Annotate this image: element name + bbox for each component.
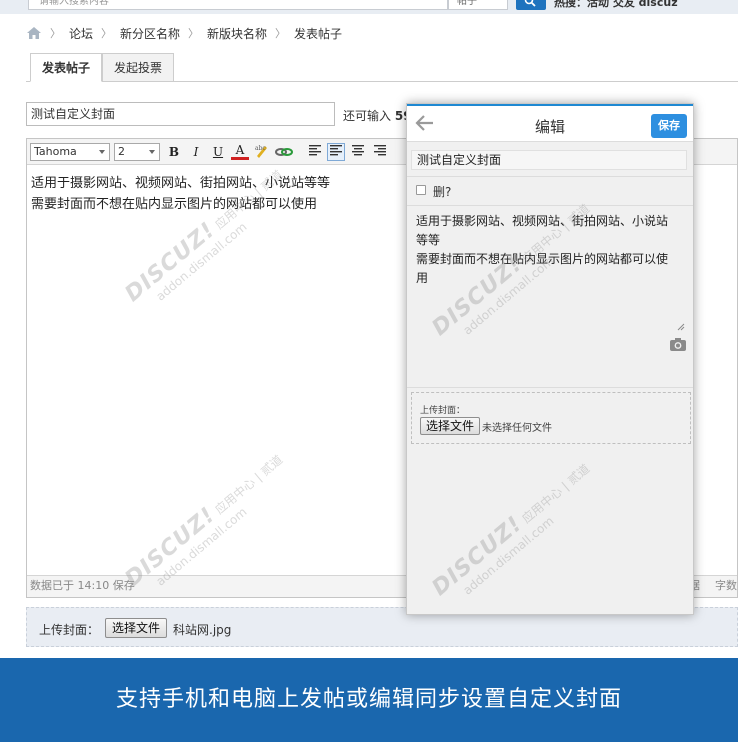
watermark-cn: 应用中心: [519, 484, 566, 526]
watermark-brand: DISCUZ!: [427, 511, 528, 601]
mobile-save-button[interactable]: 保存: [651, 114, 687, 138]
content-line: 适用于摄影网站、视频网站、街拍网站、小说站等等: [31, 176, 331, 191]
breadcrumb-forum[interactable]: 论坛: [69, 25, 93, 42]
background-color-icon[interactable]: abc: [253, 143, 271, 161]
remain-label: 还可输入: [343, 109, 392, 123]
home-icon[interactable]: [26, 26, 42, 40]
mobile-choose-file-button[interactable]: 选择文件: [420, 417, 481, 435]
font-size-select[interactable]: 2: [114, 143, 160, 161]
watermark-url: addon.dismall.com: [460, 513, 557, 598]
subject-remaining: 还可输入 59: [343, 107, 412, 124]
breadcrumb: 〉 论坛 〉 新分区名称 〉 新版块名称 〉 发表帖子: [26, 25, 342, 41]
delete-checkbox[interactable]: [416, 185, 426, 195]
mobile-body-line: 需要封面而不想在贴内显示图片的网站都可以使: [416, 252, 669, 266]
resize-handle-icon[interactable]: [677, 320, 685, 334]
font-size-value: 2: [118, 145, 125, 158]
breadcrumb-separator: 〉: [50, 27, 61, 40]
divider: [407, 387, 693, 388]
search-icon: [524, 0, 536, 7]
watermark: DISCUZ! 应用中心 | 贰道 addon.dismall.com: [427, 455, 603, 611]
camera-icon[interactable]: [669, 337, 687, 355]
breadcrumb-separator: 〉: [101, 27, 113, 40]
watermark-cn2: 贰道: [565, 461, 593, 488]
svg-text:abc: abc: [255, 145, 266, 152]
mobile-header: 编辑 保存: [407, 104, 693, 142]
top-strip: 请输入搜索内容 帖子 热搜：活动 交友 discuz: [0, 0, 738, 14]
mobile-body-line: 等等: [416, 233, 441, 247]
mobile-upload-label: 上传封面：: [420, 406, 466, 416]
tab-new-poll[interactable]: 发起投票: [102, 53, 175, 82]
mobile-no-file-text: 未选择任何文件: [482, 423, 552, 434]
link-icon[interactable]: [275, 143, 293, 161]
content-line: 需要封面而不想在贴内显示图片的网站都可以使用: [31, 197, 318, 212]
breadcrumb-separator: 〉: [188, 27, 200, 40]
tab-new-thread[interactable]: 发表帖子: [30, 53, 103, 82]
mobile-body-textarea[interactable]: 适用于摄影网站、视频网站、街拍网站、小说站 等等 需要封面而不想在贴内显示图片的…: [416, 212, 688, 288]
mobile-body-line: 用: [416, 271, 429, 285]
breadcrumb-separator: 〉: [275, 27, 287, 40]
mobile-cover-upload: 上传封面： 选择文件 未选择任何文件: [411, 392, 691, 444]
divider: [407, 205, 693, 206]
cover-upload-label: 上传封面：: [39, 623, 100, 637]
align-right-icon[interactable]: [371, 143, 389, 161]
breadcrumb-current: 发表帖子: [294, 26, 343, 41]
bold-button[interactable]: B: [165, 143, 183, 161]
selected-file-name: 科站网.jpg: [173, 623, 232, 637]
top-search-input[interactable]: 请输入搜索内容: [28, 0, 448, 10]
align-center-icon[interactable]: [349, 143, 367, 161]
word-count-link[interactable]: 字数: [715, 576, 737, 596]
feature-banner: 支持手机和电脑上发帖或编辑同步设置自定义封面: [0, 658, 738, 742]
breadcrumb-board[interactable]: 新版块名称: [207, 25, 267, 42]
editor-content[interactable]: 适用于摄影网站、视频网站、街拍网站、小说站等等 需要封面而不想在贴内显示图片的网…: [31, 173, 330, 215]
divider: [407, 176, 693, 177]
font-family-value: Tahoma: [34, 145, 77, 158]
post-type-tabs: 发表帖子 发起投票: [26, 50, 738, 82]
hot-search-label: 热搜：活动 交友 discuz: [554, 0, 678, 9]
italic-button[interactable]: I: [187, 143, 205, 161]
mobile-edit-panel: 编辑 保存 测试自定义封面 删? 适用于摄影网站、视频网站、街拍网站、小说站 等…: [406, 103, 694, 615]
align-left-icon[interactable]: [306, 143, 324, 161]
mobile-subject-input[interactable]: 测试自定义封面: [411, 150, 687, 170]
top-search-type-select[interactable]: 帖子: [448, 0, 508, 10]
choose-file-button[interactable]: 选择文件: [105, 618, 168, 638]
mobile-body-line: 适用于摄影网站、视频网站、街拍网站、小说站: [416, 214, 669, 228]
font-color-button[interactable]: A: [231, 143, 249, 160]
font-family-select[interactable]: Tahoma: [30, 143, 110, 161]
align-left-justify-icon[interactable]: [327, 143, 345, 161]
delete-checkbox-label: 删?: [433, 185, 452, 199]
top-search-button[interactable]: [516, 0, 546, 10]
underline-button[interactable]: U: [209, 143, 227, 161]
subject-input[interactable]: 测试自定义封面: [26, 102, 335, 126]
breadcrumb-group[interactable]: 新分区名称: [120, 25, 180, 42]
autosave-status: 数据已于 14:10 保存: [30, 579, 135, 592]
